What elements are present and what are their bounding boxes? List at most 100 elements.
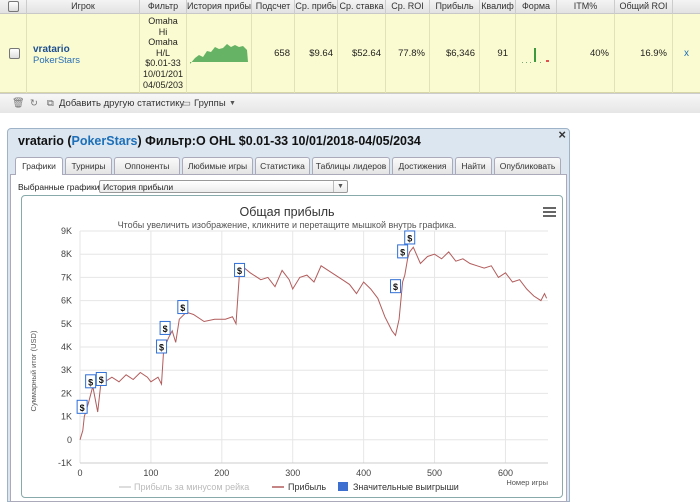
col-header-filter[interactable]: Фильтр (140, 0, 187, 14)
tab-publish[interactable]: Опубликовать (494, 157, 561, 174)
form-bar (530, 62, 531, 63)
tab-search[interactable]: Найти (455, 157, 492, 174)
y-tick-label: 3K (61, 365, 72, 375)
filter-line: Omaha (148, 37, 178, 48)
big-win-marker-label: $ (99, 375, 104, 385)
col-header-qualif[interactable]: Квалиф (480, 0, 516, 14)
history-cell[interactable] (187, 14, 252, 93)
sparkline-area (190, 44, 248, 64)
col-header-history[interactable]: История прибы (187, 0, 252, 14)
filter-cell: Omaha Hi Omaha H/L $0.01-33 10/01/201 04… (140, 14, 187, 93)
col-header-count[interactable]: Подсчет (252, 0, 295, 14)
y-tick-label: 9K (61, 226, 72, 236)
chart-subtitle: Чтобы увеличить изображение, кликните и … (118, 220, 457, 230)
y-tick-label: 0 (67, 435, 72, 445)
chart-legend: Прибыль за минусом рейка Прибыль Значите… (119, 482, 459, 492)
big-win-marker-label: $ (400, 247, 405, 257)
charts-pane: Выбранные графики: История прибыли ▼ Общ… (10, 174, 567, 502)
col-header-avg-roi[interactable]: Ср. ROI (386, 0, 430, 14)
y-tick-label: 6K (61, 296, 72, 306)
filter-line: Hi (158, 26, 168, 37)
col-header-avg-stake[interactable]: Ср. ставка (338, 0, 386, 14)
avg-profit-cell: $9.64 (295, 14, 338, 93)
y-tick-label: 1K (61, 412, 72, 422)
avg-stake-cell: $52.64 (338, 14, 386, 93)
copy-icon[interactable]: ⧉ (47, 98, 54, 109)
chart-select-value: История прибыли (103, 182, 174, 192)
tab-favorite-games[interactable]: Любимые игры (182, 157, 253, 174)
row-select-cell[interactable] (0, 14, 27, 93)
x-axis-label: Номер игры (506, 478, 548, 487)
player-cell[interactable]: vratario PokerStars (27, 14, 140, 93)
filter-line: 04/05/203 (142, 79, 184, 90)
window-close-button[interactable]: × (558, 127, 566, 142)
col-header-total-roi[interactable]: Общий ROI (615, 0, 673, 14)
x-tick-label: 0 (77, 468, 82, 478)
trash-icon[interactable]: 🗑 (12, 98, 25, 109)
col-header-form[interactable]: Форма (516, 0, 557, 14)
col-header-avg-profit[interactable]: Ср. прибь (295, 0, 338, 14)
row-checkbox[interactable] (9, 48, 20, 59)
col-header-profit[interactable]: Прибыль (430, 0, 480, 14)
refresh-icon[interactable]: ↻ (30, 98, 38, 109)
tab-leaderboards[interactable]: Таблицы лидеров (312, 157, 390, 174)
col-header-player[interactable]: Игрок (27, 0, 140, 14)
window-filter-text: Фильтр:O OHL $0.01-33 10/01/2018-04/05/2… (145, 134, 421, 148)
y-tick-label: 5K (61, 319, 72, 329)
x-tick-label: 400 (356, 468, 371, 478)
groups-dropdown-icon[interactable]: ▼ (229, 100, 236, 107)
groups-button[interactable]: Группы (194, 98, 226, 109)
tab-achievements[interactable]: Достижения (392, 157, 453, 174)
form-bars (522, 48, 549, 63)
select-all-header[interactable] (0, 0, 27, 14)
add-stat-button[interactable]: Добавить другую статистику (59, 98, 184, 109)
form-bar (526, 62, 527, 63)
count-cell: 658 (252, 14, 295, 93)
legend-rake-label[interactable]: Прибыль за минусом рейка (134, 482, 249, 492)
legend-wins-label[interactable]: Значительные выигрыши (353, 482, 459, 492)
chart-select[interactable]: История прибыли ▼ (99, 180, 348, 193)
window-player-name: vratario (18, 134, 64, 148)
big-win-marker-label: $ (237, 266, 242, 276)
player-name[interactable]: vratario (33, 44, 139, 55)
big-win-marker-label: $ (88, 377, 93, 387)
chevron-down-icon[interactable]: ▼ (333, 181, 347, 192)
window-site-link[interactable]: PokerStars (72, 134, 138, 148)
tab-statistics[interactable]: Статистика (255, 157, 310, 174)
big-win-marker-label: $ (159, 343, 164, 353)
player-site: PokerStars (33, 55, 80, 66)
tab-opponents[interactable]: Оппоненты (114, 157, 180, 174)
profit-chart[interactable]: Общая прибыль Чтобы увеличить изображени… (21, 195, 563, 498)
chart-menu-icon[interactable] (543, 207, 556, 217)
col-header-itm[interactable]: ITM% (557, 0, 615, 14)
tab-tournaments[interactable]: Турниры (65, 157, 112, 174)
tab-charts[interactable]: Графики (15, 157, 63, 175)
window-title: vratario (PokerStars) Фильтр:O OHL $0.01… (18, 134, 421, 148)
filter-line: $0.01-33 (145, 58, 181, 69)
profit-chart-svg[interactable]: Общая прибыль Чтобы увеличить изображени… (22, 196, 562, 497)
filter-line: Omaha (148, 16, 178, 26)
y-tick-label: 4K (61, 342, 72, 352)
avg-roi-cell: 77.8% (386, 14, 430, 93)
profit-sparkline[interactable] (187, 14, 250, 93)
filter-line: 10/01/201 (142, 68, 184, 79)
form-bar (546, 60, 549, 62)
legend-wins-swatch (338, 482, 348, 491)
form-bar (540, 62, 541, 63)
grid-row[interactable]: vratario PokerStars Omaha Hi Omaha H/L $… (0, 14, 700, 93)
remove-row-link[interactable]: x (673, 14, 700, 93)
y-tick-label: 2K (61, 388, 72, 398)
qualif-cell: 91 (480, 14, 516, 93)
select-all-checkbox[interactable] (8, 1, 19, 12)
big-win-marker-label: $ (393, 282, 398, 292)
groups-icon[interactable]: ▭ (182, 98, 191, 109)
legend-profit-label[interactable]: Прибыль (288, 482, 326, 492)
big-win-marker-label: $ (80, 403, 85, 413)
big-win-marker-label: $ (180, 303, 185, 313)
form-bar (534, 48, 536, 62)
total-roi-cell: 16.9% (615, 14, 673, 93)
grid-toolbar: 🗑 ↻ ⧉ Добавить другую статистику ▭ Групп… (0, 93, 700, 113)
big-win-marker-label: $ (407, 233, 412, 243)
x-tick-label: 600 (498, 468, 513, 478)
x-tick-label: 100 (143, 468, 158, 478)
